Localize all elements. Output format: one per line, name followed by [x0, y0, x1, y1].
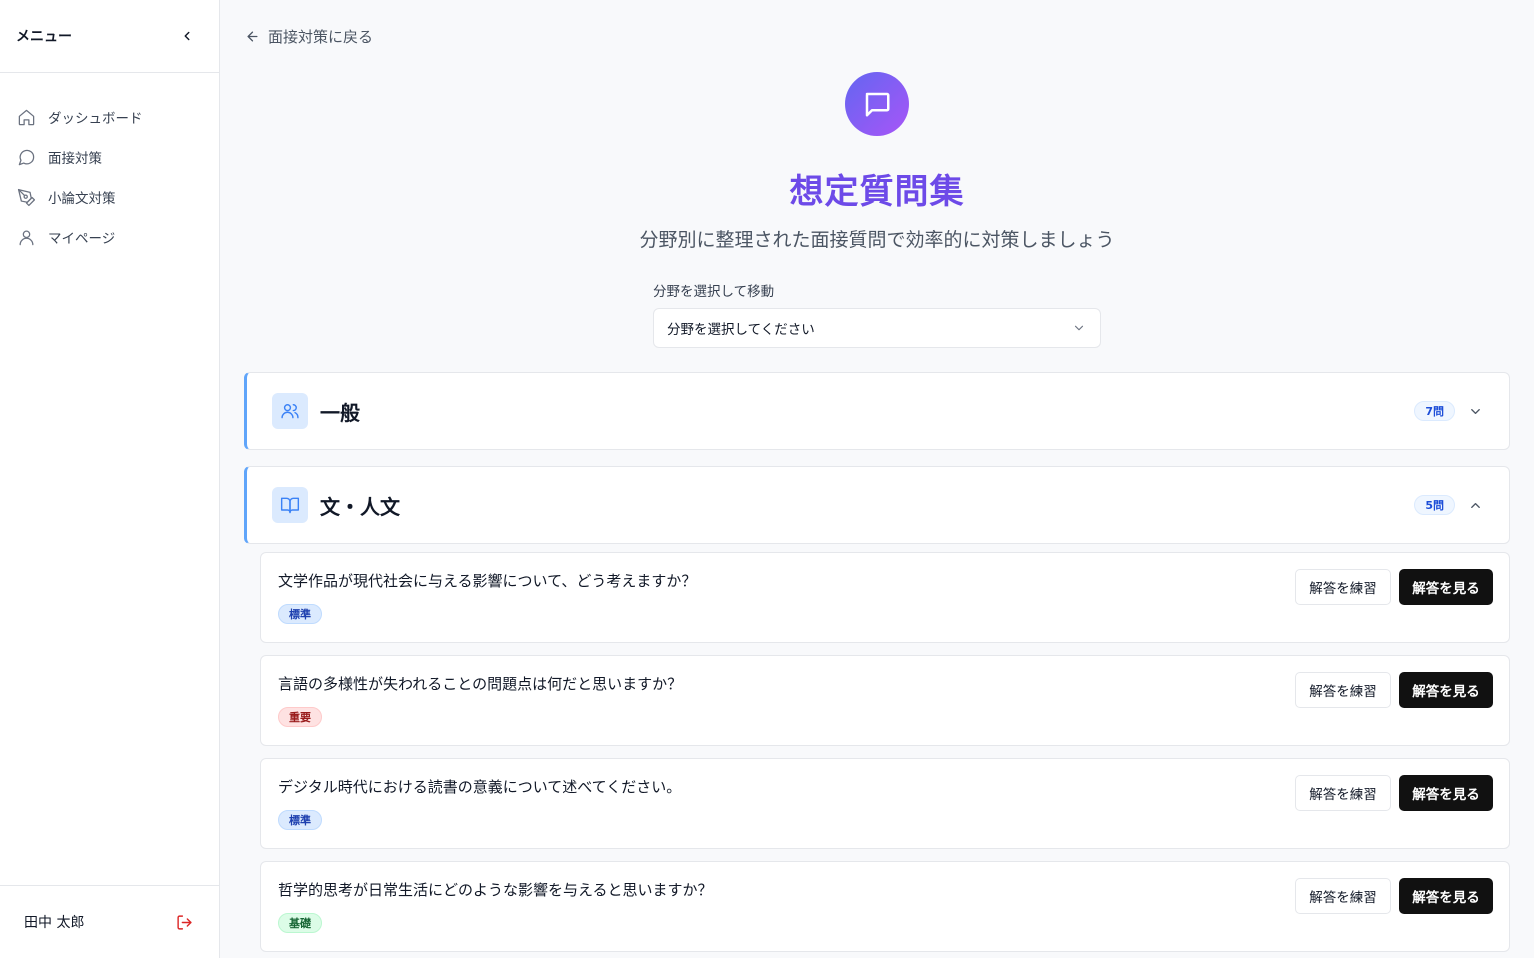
hero-chat-icon	[845, 72, 909, 136]
collapse-sidebar-button[interactable]	[179, 28, 195, 44]
question-card: デジタル時代における読書の意義について述べてください。 標準 解答を練習 解答を…	[260, 758, 1510, 849]
view-answer-button[interactable]: 解答を見る	[1399, 775, 1493, 811]
category-select[interactable]: 分野を選択してください	[653, 308, 1101, 348]
sidebar-item-label: 面接対策	[48, 151, 102, 167]
sidebar: メニュー ダッシュボード 面接対策 小論文対策 マイページ 田中 太郎	[0, 0, 220, 958]
app-root: メニュー ダッシュボード 面接対策 小論文対策 マイページ 田中 太郎 面接対策…	[0, 0, 1534, 958]
question-card: 哲学的思考が日常生活にどのような影響を与えると思いますか？ 基礎 解答を練習 解…	[260, 861, 1510, 952]
difficulty-badge: 標準	[278, 604, 322, 624]
question-text: 哲学的思考が日常生活にどのような影響を与えると思いますか？	[278, 881, 713, 899]
user-name: 田中 太郎	[24, 915, 85, 931]
practice-answer-button[interactable]: 解答を練習	[1295, 775, 1391, 811]
page-title: 想定質問集	[789, 172, 965, 212]
category-humanities[interactable]: 文・人文 5問	[244, 466, 1510, 544]
chat-bubble-icon	[16, 147, 36, 167]
sidebar-item-dashboard[interactable]: ダッシュボード	[0, 97, 219, 137]
category-select-value: 分野を選択してください	[667, 322, 815, 338]
sidebar-title: メニュー	[16, 29, 72, 45]
practice-answer-button[interactable]: 解答を練習	[1295, 672, 1391, 708]
question-count-badge: 5問	[1414, 495, 1455, 515]
question-text: デジタル時代における読書の意義について述べてください。	[278, 778, 682, 796]
question-text: 言語の多様性が失われることの問題点は何だと思いますか？	[278, 675, 683, 693]
question-card: 文学作品が現代社会に与える影響について、どう考えますか？ 標準 解答を練習 解答…	[260, 552, 1510, 643]
sidebar-item-interview[interactable]: 面接対策	[0, 137, 219, 177]
sidebar-header: メニュー	[0, 0, 219, 73]
difficulty-badge: 重要	[278, 707, 322, 727]
home-icon	[16, 107, 36, 127]
sidebar-item-mypage[interactable]: マイページ	[0, 217, 219, 257]
logout-button[interactable]	[175, 913, 193, 931]
users-icon	[272, 393, 308, 429]
question-card: 言語の多様性が失われることの問題点は何だと思いますか？ 重要 解答を練習 解答を…	[260, 655, 1510, 746]
question-text: 文学作品が現代社会に与える影響について、どう考えますか？	[278, 572, 697, 590]
sidebar-item-label: マイページ	[48, 231, 116, 247]
pen-tool-icon	[16, 187, 36, 207]
sidebar-footer: 田中 太郎	[0, 885, 219, 958]
book-open-icon	[272, 487, 308, 523]
sidebar-nav: ダッシュボード 面接対策 小論文対策 マイページ	[0, 73, 219, 885]
chevron-left-icon	[184, 31, 190, 41]
user-icon	[16, 227, 36, 247]
logout-icon	[176, 914, 192, 930]
view-answer-button[interactable]: 解答を見る	[1399, 878, 1493, 914]
category-select-label: 分野を選択して移動	[653, 284, 775, 300]
question-count-badge: 7問	[1414, 401, 1455, 421]
sidebar-item-essay[interactable]: 小論文対策	[0, 177, 219, 217]
chevron-down-icon	[1074, 325, 1084, 331]
main-content: 面接対策に戻る 想定質問集 分野別に整理された面接質問で効率的に対策しましょう …	[220, 0, 1534, 958]
practice-answer-button[interactable]: 解答を練習	[1295, 569, 1391, 605]
practice-answer-button[interactable]: 解答を練習	[1295, 878, 1391, 914]
arrow-left-icon	[245, 28, 261, 44]
view-answer-button[interactable]: 解答を見る	[1399, 569, 1493, 605]
sidebar-item-label: ダッシュボード	[48, 111, 143, 127]
chevron-down-icon	[1467, 403, 1483, 419]
category-title: 一般	[320, 400, 360, 425]
view-answer-button[interactable]: 解答を見る	[1399, 672, 1493, 708]
category-title: 文・人文	[320, 494, 400, 519]
page-subtitle: 分野別に整理された面接質問で効率的に対策しましょう	[639, 229, 1115, 251]
difficulty-badge: 標準	[278, 810, 322, 830]
sidebar-item-label: 小論文対策	[48, 191, 116, 207]
back-link[interactable]: 面接対策に戻る	[245, 25, 373, 47]
category-general[interactable]: 一般 7問	[244, 372, 1510, 450]
back-link-label: 面接対策に戻る	[268, 27, 374, 46]
chevron-up-icon	[1467, 497, 1483, 513]
difficulty-badge: 基礎	[278, 913, 322, 933]
